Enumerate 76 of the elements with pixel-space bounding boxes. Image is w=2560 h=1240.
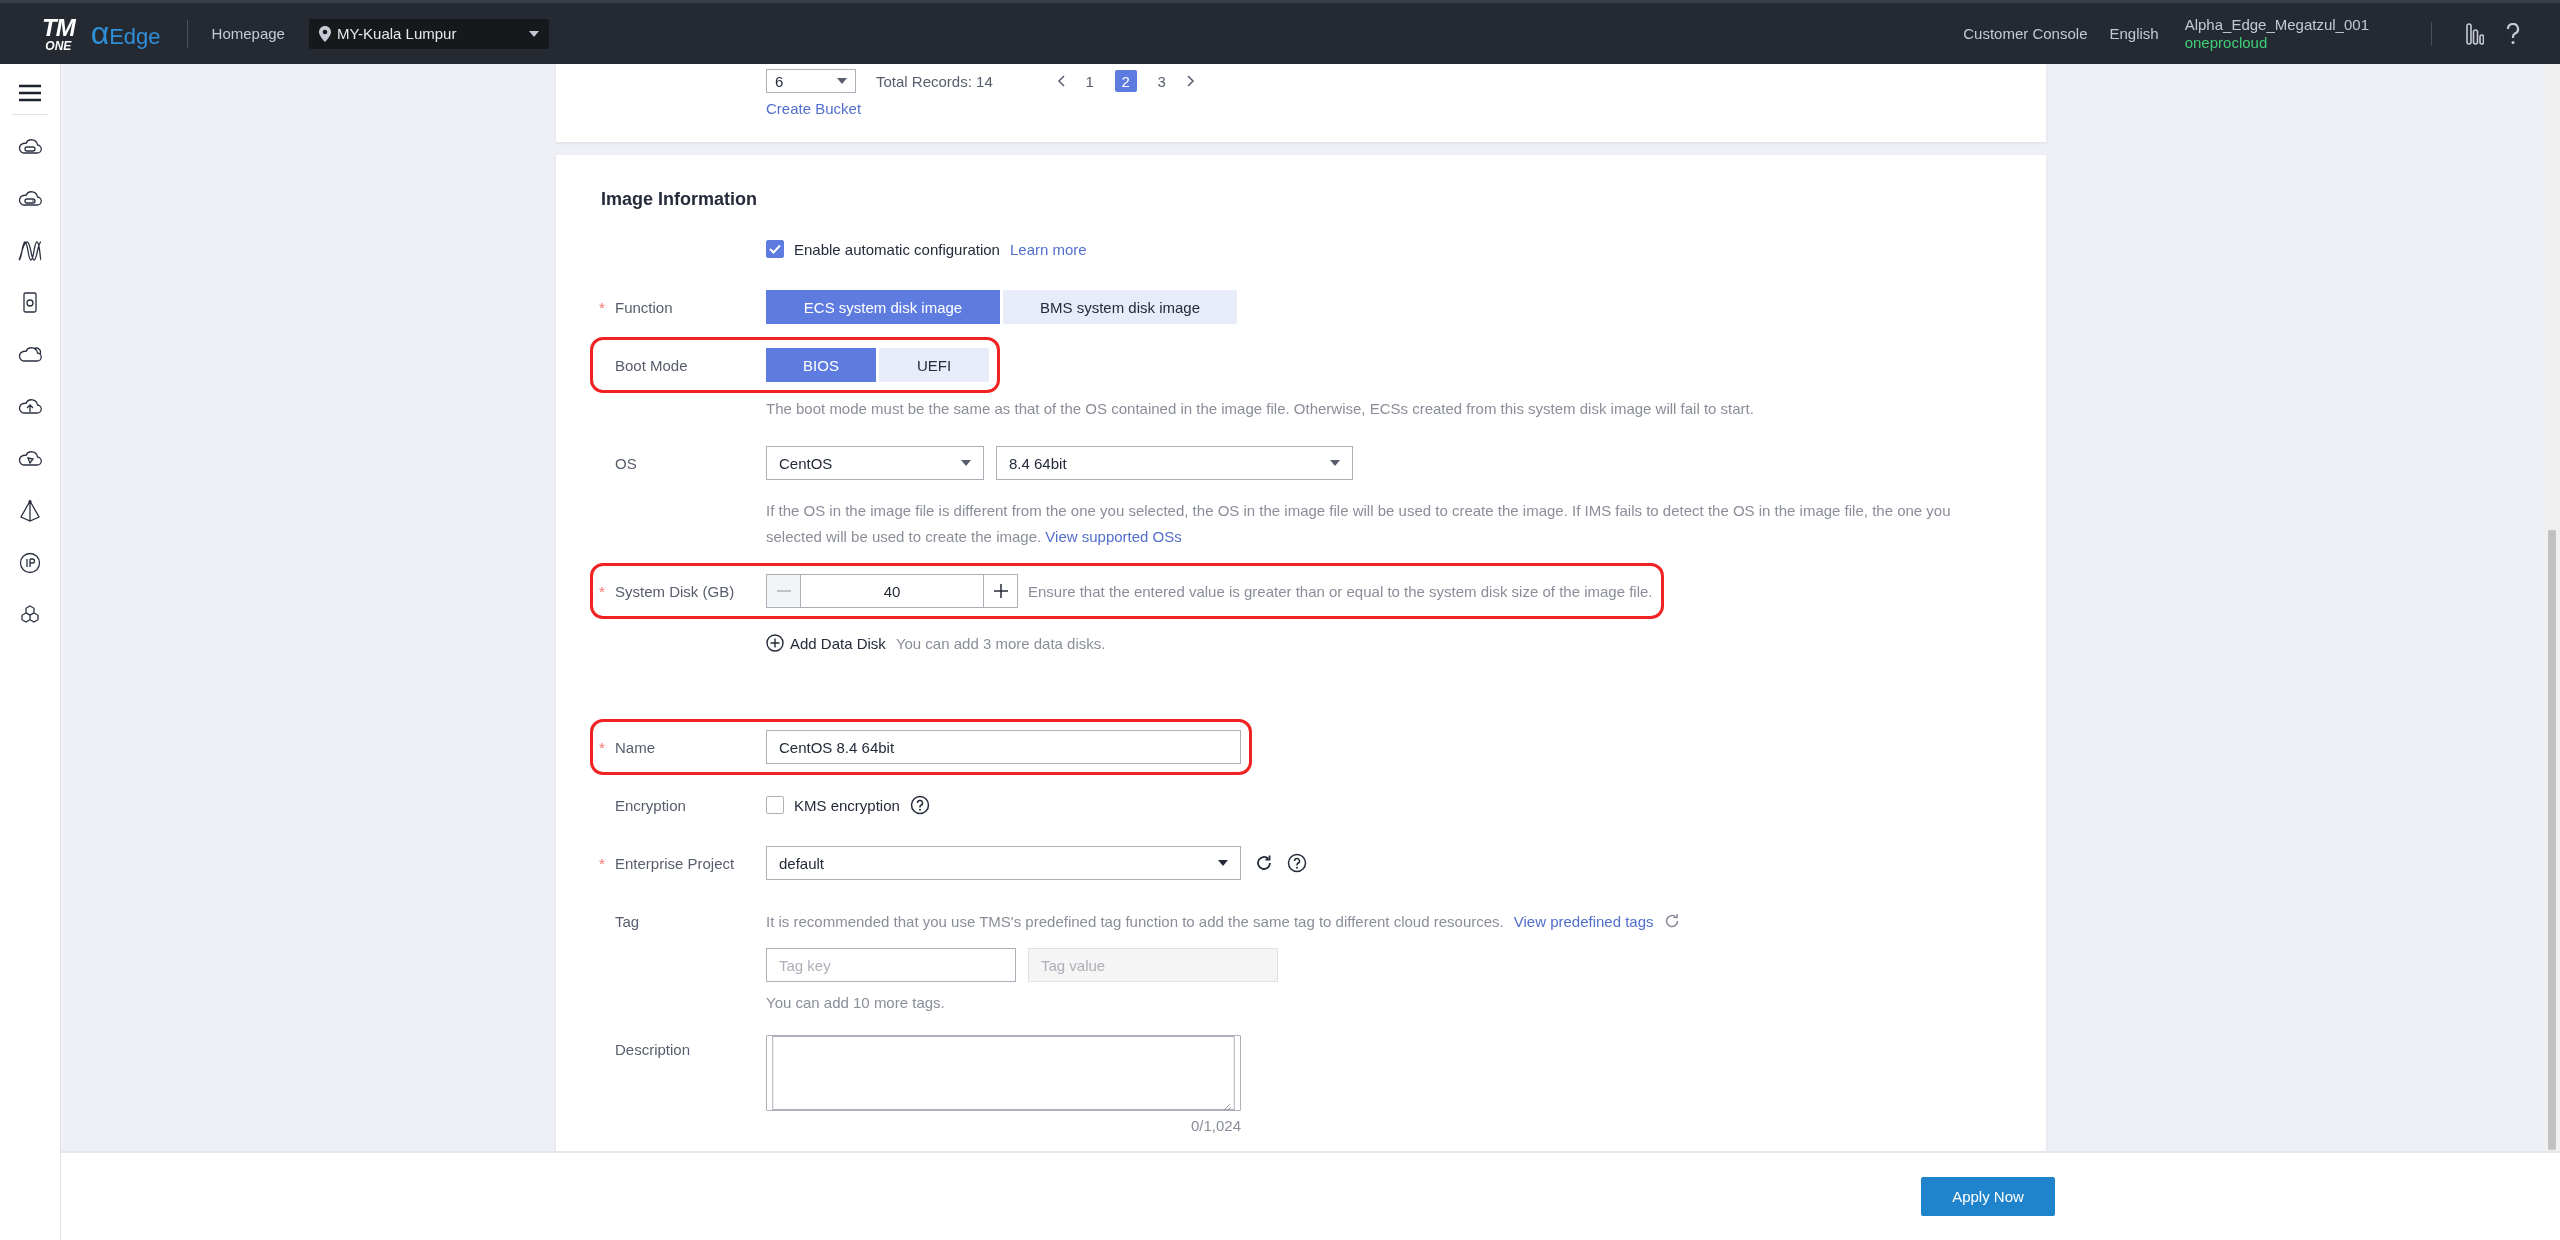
option-button[interactable]: BMS system disk image [1003, 290, 1237, 324]
apply-now-button[interactable]: Apply Now [1921, 1177, 2055, 1216]
caret-icon [1330, 460, 1340, 466]
menu-icon[interactable] [19, 84, 41, 102]
checkbox[interactable] [766, 796, 784, 814]
customer-console-link[interactable]: Customer Console [1963, 25, 2088, 42]
caret-icon [1218, 860, 1228, 866]
logo: TM ONE [42, 15, 75, 52]
page-button[interactable]: 2 [1114, 70, 1137, 92]
dropdown-select[interactable]: 8.4 64bit [996, 446, 1353, 480]
character-counter: 0/1,024 [1189, 1117, 1241, 1134]
section-title: Image Information [601, 189, 758, 210]
help-icon[interactable] [909, 795, 930, 815]
hint-text: If the OS in the image file is different from the one you selected, the OS in the image file will be used to create the image. If IMS fails to detect the OS in the image file, the one you selected will be used to create the image. View supported OSs [766, 501, 1952, 547]
chevron-left-icon[interactable] [1056, 75, 1065, 87]
field-label: Function [615, 298, 673, 316]
required-mark: * [599, 582, 605, 600]
field-label: Tag [615, 912, 640, 930]
add-data-disk-button[interactable]: Add Data Disk [766, 634, 886, 652]
field-label: Enterprise Project [615, 854, 735, 872]
bar-chart-icon[interactable] [2466, 22, 2484, 45]
refresh-icon[interactable] [1255, 854, 1273, 872]
required-mark: * [599, 854, 605, 872]
page-button[interactable]: 3 [1150, 70, 1173, 92]
field-hint: You can add 3 more data disks. [895, 634, 1106, 652]
text-input[interactable]: CentOS 8.4 64bit [766, 730, 1241, 764]
plus-icon [993, 584, 1008, 598]
hint-text: The boot mode must be the same as that of the OS contained in the image file. Otherwise, ECSs created from this system disk image will fail to start. [766, 399, 1755, 419]
dropdown-select[interactable]: CentOS [766, 446, 984, 480]
wave-icon[interactable] [18, 239, 42, 263]
checkbox-label: KMS encryption [794, 796, 900, 814]
checkbox[interactable] [766, 240, 784, 258]
field-hint: Ensure that the entered value is greater than or equal to the system disk size of the image file. [1028, 582, 1653, 600]
homepage-link[interactable]: Homepage [211, 25, 285, 42]
field-label: System Disk (GB) [615, 582, 735, 600]
circle-icon[interactable] [18, 551, 42, 575]
learn-more-link[interactable]: Learn more [1009, 240, 1087, 258]
option-button[interactable]: ECS system disk image [766, 290, 1000, 324]
field-label: Boot Mode [615, 356, 688, 374]
language-link[interactable]: English [2109, 25, 2159, 42]
plus-circle-icon [766, 634, 784, 652]
scrollbar-thumb[interactable] [2548, 530, 2556, 1150]
total-records: Total Records: 14 [876, 72, 993, 90]
help-icon[interactable] [2506, 22, 2520, 45]
page-size-select[interactable]: 6 [766, 69, 856, 93]
product-logo: αEdge [90, 15, 161, 52]
number-stepper[interactable]: 40 [766, 574, 1018, 608]
help-icon[interactable] [1287, 853, 1307, 873]
scrollbar[interactable] [2544, 64, 2560, 1151]
caret-icon [837, 78, 847, 84]
pyramid-icon[interactable] [18, 499, 42, 523]
required-mark: * [599, 738, 605, 756]
chevron-right-icon[interactable] [1186, 75, 1195, 87]
hint-link[interactable]: View supported OSs [1045, 528, 1182, 545]
user-name[interactable]: Alpha_Edge_Megatzul_001 [2184, 15, 2369, 34]
caret-icon [961, 460, 971, 466]
minus-icon [776, 590, 791, 592]
create-bucket-link[interactable]: Create Bucket [766, 100, 862, 117]
field-label: Description [615, 1041, 691, 1058]
field-label: OS [615, 454, 637, 472]
field-label: Name [615, 738, 655, 756]
view-tags-link[interactable]: View predefined tags [1513, 912, 1654, 930]
account-name: oneprocloud [2184, 33, 2269, 52]
field-hint: You can add 10 more tags. [766, 994, 946, 1011]
checkbox-label: Enable automatic configuration [794, 240, 1000, 258]
region-select[interactable]: MY-Kuala Lumpur [308, 18, 549, 49]
caret-icon [528, 30, 539, 37]
page-button[interactable]: 1 [1078, 70, 1101, 92]
check-icon [769, 244, 781, 254]
hint-text: It is recommended that you use TMS's predefined tag function to add the same tag to different cloud resources. [766, 912, 1504, 930]
dropdown-select[interactable]: default [766, 846, 1241, 880]
required-mark: * [599, 298, 605, 316]
option-button[interactable]: UEFI [879, 348, 989, 382]
location-pin-icon [318, 25, 331, 42]
field-label: Encryption [615, 796, 686, 814]
option-button[interactable]: BIOS [766, 348, 876, 382]
